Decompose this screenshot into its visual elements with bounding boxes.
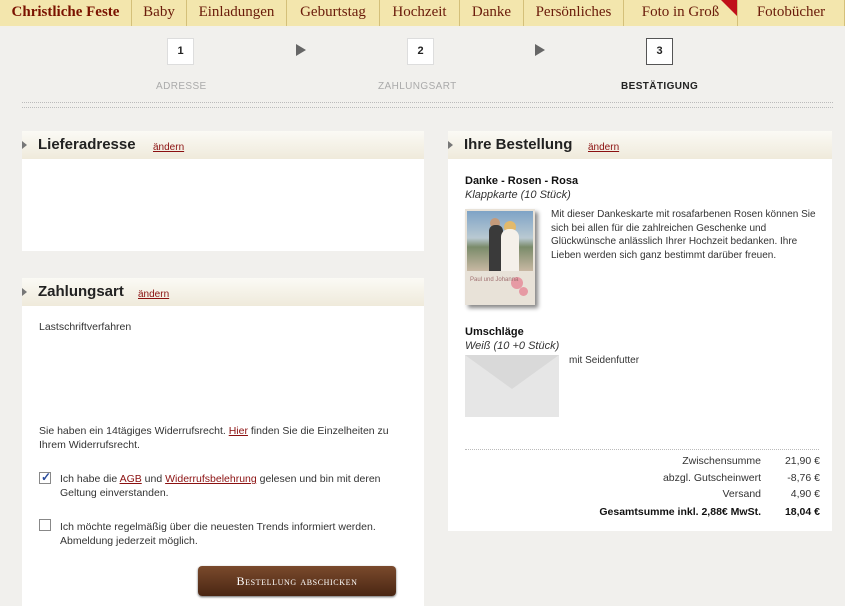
payment-change-link[interactable]: ändern: [138, 289, 169, 300]
collapse-triangle-icon: [22, 288, 27, 296]
new-corner-icon: [721, 0, 737, 16]
tab-baby[interactable]: Baby: [132, 0, 187, 26]
collapse-triangle-icon: [448, 141, 453, 149]
widerrufsbelehrung-link[interactable]: Widerrufsbelehrung: [165, 473, 257, 485]
tab-einladungen[interactable]: Einladungen: [187, 0, 287, 26]
product-name: Danke - Rosen - Rosa: [465, 175, 579, 187]
tab-danke[interactable]: Danke: [460, 0, 524, 26]
summary-label-shipping: Versand: [722, 488, 761, 500]
summary-value-shipping: 4,90 €: [790, 488, 820, 500]
summary-value-total: 18,04 €: [784, 506, 820, 518]
terms-text-pre: Ich habe die: [60, 473, 120, 485]
newsletter-text: Ich möchte regelmäßig über die neuesten …: [60, 521, 376, 547]
wedding-photo: [467, 211, 533, 271]
delivery-panel-header: Lieferadresse ändern: [22, 131, 424, 159]
envelope-image[interactable]: [465, 355, 559, 417]
step-1-number: 1: [167, 38, 194, 65]
payment-method: Lastschriftverfahren: [39, 321, 132, 333]
tab-foto-in-gross[interactable]: Foto in Groß: [624, 0, 738, 26]
revocation-link[interactable]: Hier: [229, 425, 248, 437]
summary-value-voucher: -8,76 €: [787, 472, 820, 484]
divider: [22, 107, 833, 108]
product-description: Mit dieser Dankeskarte mit rosafarbenen …: [551, 209, 816, 261]
envelope-name: Umschläge: [465, 326, 524, 338]
tab-foto-in-gross-label: Foto in Groß: [641, 4, 720, 20]
tab-persoenliches[interactable]: Persönliches: [524, 0, 624, 26]
delivery-title: Lieferadresse: [38, 136, 136, 153]
step-2-label: ZAHLUNGSART: [378, 81, 457, 92]
summary-label-total: Gesamtsumme inkl. 2,88€ MwSt.: [599, 506, 761, 518]
order-panel-header: Ihre Bestellung ändern: [448, 131, 832, 159]
collapse-triangle-icon: [22, 141, 27, 149]
delivery-panel: Lieferadresse ändern: [22, 131, 424, 251]
terms-checkbox[interactable]: [39, 470, 51, 484]
order-title: Ihre Bestellung: [464, 136, 573, 153]
revocation-text-pre: Sie haben ein 14tägiges Widerrufsrecht.: [39, 425, 229, 437]
terms-text-mid: und: [141, 473, 166, 485]
tab-christliche-feste[interactable]: Christliche Feste: [0, 0, 132, 26]
delivery-change-link[interactable]: ändern: [153, 142, 184, 153]
category-nav: Christliche Feste Baby Einladungen Gebur…: [0, 0, 845, 28]
newsletter-checkbox[interactable]: [39, 519, 51, 531]
summary-divider: [465, 449, 819, 450]
tab-hochzeit[interactable]: Hochzeit: [380, 0, 460, 26]
submit-order-button[interactable]: Bestellung abschicken: [198, 566, 396, 596]
card-caption: Paul und Johanna: [470, 277, 519, 283]
summary-value-subtotal: 21,90 €: [784, 455, 820, 467]
envelope-variant: Weiß (10 +0 Stück): [465, 340, 560, 352]
payment-panel-header: Zahlungsart ändern: [22, 278, 424, 306]
payment-title: Zahlungsart: [38, 283, 124, 300]
step-2-number: 2: [407, 38, 434, 65]
tab-geburtstag[interactable]: Geburtstag: [287, 0, 380, 26]
step-3-label: BESTÄTIGUNG: [621, 81, 699, 92]
step-arrow-icon: [296, 44, 306, 56]
step-1-label: ADRESSE: [156, 81, 207, 92]
step-arrow-icon: [535, 44, 545, 56]
envelope-description: mit Seidenfutter: [569, 355, 640, 366]
summary-label-subtotal: Zwischensumme: [682, 455, 761, 467]
terms-text: Ich habe die AGB und Widerrufsbelehrung …: [60, 472, 410, 500]
product-image[interactable]: Paul und Johanna: [465, 209, 535, 305]
summary-label-voucher: abzgl. Gutscheinwert: [662, 472, 761, 484]
tab-fotobuecher[interactable]: Fotobücher: [738, 0, 845, 26]
revocation-notice: Sie haben ein 14tägiges Widerrufsrecht. …: [39, 424, 404, 452]
rose-icon: [519, 287, 528, 296]
divider: [22, 102, 833, 103]
product-variant: Klappkarte (10 Stück): [465, 189, 571, 201]
order-change-link[interactable]: ändern: [588, 142, 619, 153]
step-3-number: 3: [646, 38, 673, 65]
agb-link[interactable]: AGB: [120, 473, 142, 485]
